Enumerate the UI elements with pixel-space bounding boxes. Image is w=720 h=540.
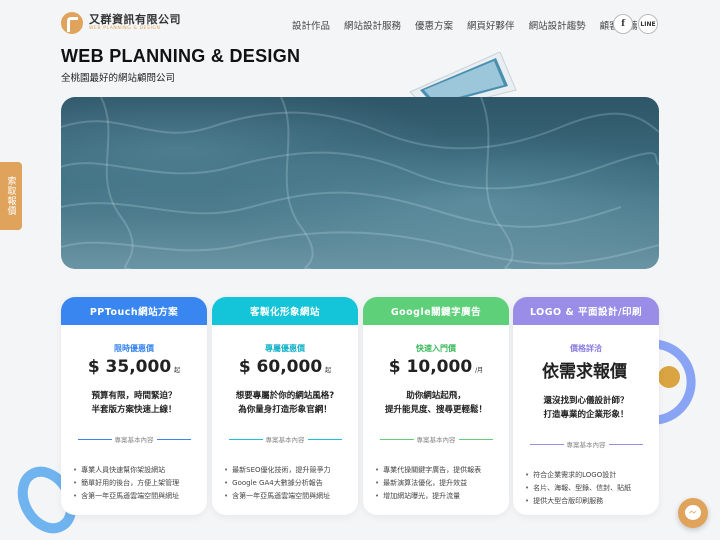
plan-card-google-ads[interactable]: Google關鍵字廣告 快速入門價 $ 10,000/月 助你網站起飛， 提升能…: [363, 297, 509, 515]
plan-card-custom-site[interactable]: 客製化形象網站 專屬優惠價 $ 60,000 起 想要專屬於你的網站風格? 為你量…: [212, 297, 358, 515]
company-tagline: WEB PLANNING & DESIGN: [89, 26, 161, 32]
feature-list: 符合企業需求的LOGO設計 名片、海報、型錄、信封、貼紙 提供大型合版印刷服務: [525, 469, 659, 508]
price: $ 60,000 起: [238, 357, 332, 377]
feature-list: 專業代操關鍵字廣告，提供報表 最新演算法優化，提升效益 增加網站曝光，提升流量: [375, 464, 509, 503]
messenger-chat-button[interactable]: [678, 498, 708, 528]
nav-promotions[interactable]: 優惠方案: [415, 18, 453, 32]
list-item: 名片、海報、型錄、信封、貼紙: [525, 482, 659, 495]
feature-list: 專業人員快速幫你架設網站 簡單好用的後台，方便上架管理 含第一年亞馬遜雲端空間與…: [73, 464, 207, 503]
logo-mark-icon: [61, 12, 83, 34]
list-item: 含第一年亞馬遜雲端空間與網址: [224, 490, 358, 503]
card-slogan: 助你網站起飛， 提升能見度、搜尋更輕鬆！: [384, 391, 487, 415]
plan-card-pptouch[interactable]: PPTouch網站方案 限時優惠價 $ 35,000 起 預算有限，時間緊迫？ 半…: [61, 297, 207, 515]
card-slogan: 還沒找到心儀設計師？ 打造專業的企業形象！: [543, 396, 629, 420]
section-divider: 專案基本內容: [363, 434, 509, 444]
promo-label: 限時優惠價: [114, 344, 154, 353]
plan-card-logo-print[interactable]: LOGO & 平面設計/印刷 價格詳洽 依需求報價 還沒找到心儀設計師？ 打造專…: [513, 297, 659, 515]
list-item: 提供大型合版印刷服務: [525, 495, 659, 508]
list-item: 符合企業需求的LOGO設計: [525, 469, 659, 482]
nav-design-trends[interactable]: 網站設計趨勢: [529, 18, 586, 32]
facebook-icon[interactable]: f: [613, 14, 633, 34]
price: $ 10,000/月: [388, 357, 484, 377]
card-slogan: 預算有限，時間緊迫？ 半套版方案快速上線！: [91, 391, 177, 415]
get-quote-label: 索取報價: [5, 176, 16, 216]
get-quote-tab[interactable]: 索取報價: [0, 162, 22, 230]
nav-design-works[interactable]: 設計作品: [292, 18, 330, 32]
list-item: Google GA4大數據分析報告: [224, 477, 358, 490]
card-header: 客製化形象網站: [212, 297, 358, 325]
list-item: 最新演算法優化，提升效益: [375, 477, 509, 490]
main-nav: 設計作品 網站設計服務 優惠方案 網頁好夥伴 網站設計趨勢 顧客推薦: [292, 18, 652, 32]
section-divider: 專案基本內容: [212, 434, 358, 444]
card-header: LOGO & 平面設計/印刷: [513, 297, 659, 325]
section-divider: 專案基本內容: [513, 439, 659, 449]
promo-label: 專屬優惠價: [265, 344, 305, 353]
list-item: 增加網站曝光，提升流量: [375, 490, 509, 503]
list-item: 簡單好用的後台，方便上架管理: [73, 477, 207, 490]
feature-list: 最新SEO優化技術，提升競爭力 Google GA4大數據分析報告 含第一年亞馬…: [224, 464, 358, 503]
list-item: 專業人員快速幫你架設網站: [73, 464, 207, 477]
price: 依需求報價: [542, 362, 627, 382]
section-divider: 專案基本內容: [61, 434, 207, 444]
nav-partners[interactable]: 網頁好夥伴: [467, 18, 515, 32]
line-icon[interactable]: LINE: [638, 14, 658, 34]
promo-label: 價格詳洽: [570, 344, 602, 353]
messenger-icon: [685, 505, 701, 520]
company-name: 又群資訊有限公司: [89, 13, 181, 27]
card-header: PPTouch網站方案: [61, 297, 207, 325]
nav-web-design-service[interactable]: 網站設計服務: [344, 18, 401, 32]
card-header: Google關鍵字廣告: [363, 297, 509, 325]
hero-water-image: [61, 97, 659, 269]
list-item: 最新SEO優化技術，提升競爭力: [224, 464, 358, 477]
promo-label: 快速入門價: [416, 344, 456, 353]
list-item: 含第一年亞馬遜雲端空間與網址: [73, 490, 207, 503]
price: $ 35,000 起: [87, 357, 181, 377]
company-logo[interactable]: 又群資訊有限公司 WEB PLANNING & DESIGN: [61, 12, 181, 34]
list-item: 專業代操關鍵字廣告，提供報表: [375, 464, 509, 477]
hero-subtitle: 全桃園最好的網站顧問公司: [61, 73, 176, 84]
hero-title: WEB PLANNING & DESIGN: [61, 46, 301, 66]
card-slogan: 想要專屬於你的網站風格? 為你量身打造形象官網！: [235, 391, 335, 415]
